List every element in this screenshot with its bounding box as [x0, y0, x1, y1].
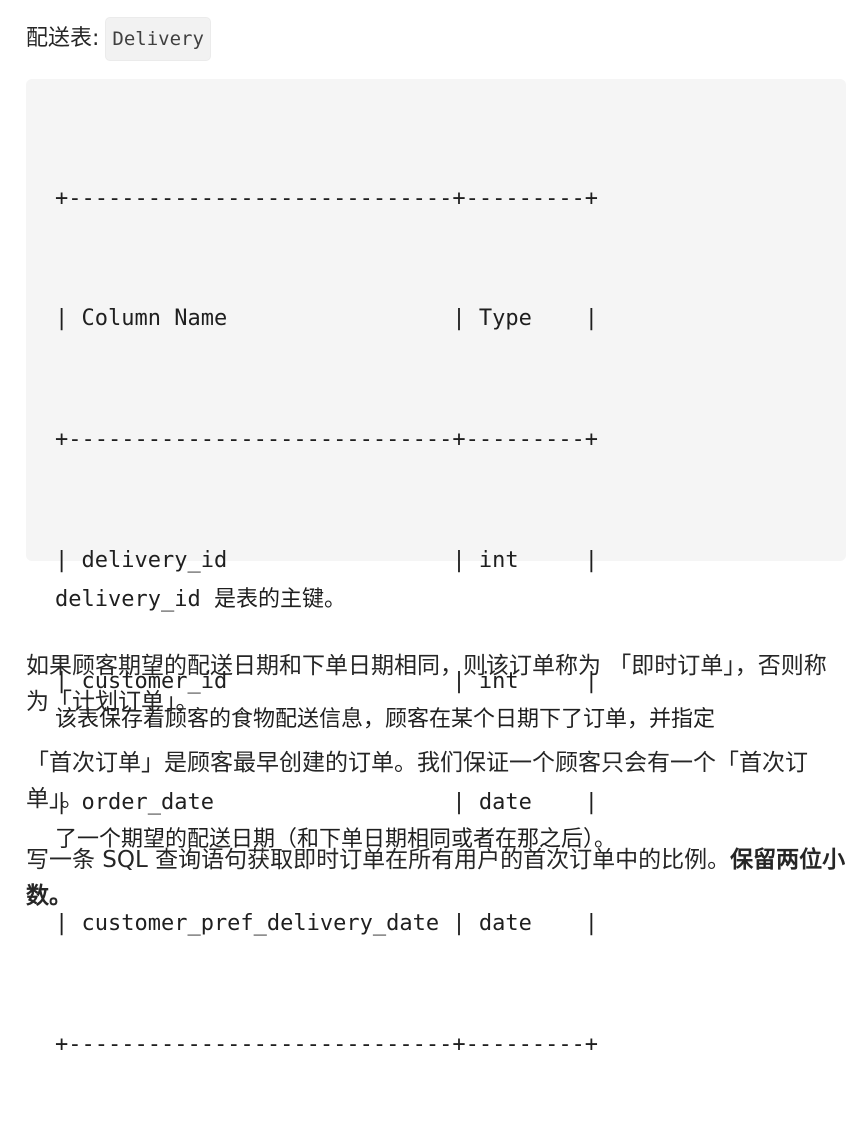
table-heading: 配送表: Delivery: [26, 17, 211, 61]
schema-code-block: +-----------------------------+---------…: [26, 79, 846, 1057]
task-statement: 写一条 SQL 查询语句获取即时订单在所有用户的首次订单中的比例。保留两位小数。: [26, 842, 846, 914]
primary-key-note: delivery_id 是表的主键。: [55, 587, 346, 612]
schema-border-top: +-----------------------------+---------…: [55, 185, 599, 211]
instant-order-definition: 如果顾客期望的配送日期和下单日期相同，则该订单称为 「即时订单」，否则称为「计划…: [26, 653, 827, 715]
schema-header-row: | Column Name | Type |: [55, 306, 599, 332]
task-text: 写一条 SQL 查询语句获取即时订单在所有用户的首次订单中的比例。: [26, 847, 731, 873]
schema-border-bottom: +-----------------------------+---------…: [55, 1031, 599, 1057]
schema-border-middle: +-----------------------------+---------…: [55, 427, 599, 453]
first-order-definition: 「首次订单」是顾客最早创建的订单。我们保证一个顾客只会有一个「首次订单」。: [26, 750, 808, 812]
table-heading-label: 配送表:: [26, 26, 100, 51]
table-name-code: Delivery: [105, 17, 211, 61]
